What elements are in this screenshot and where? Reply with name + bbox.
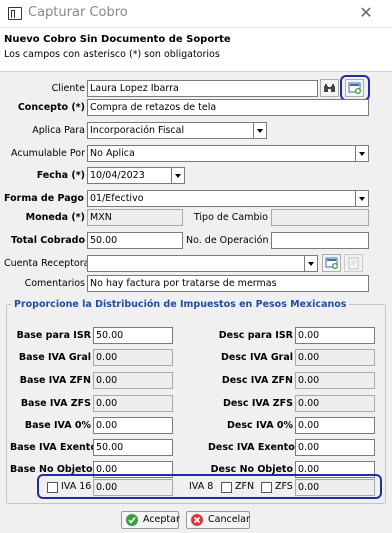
cliente-search-button[interactable]	[320, 79, 339, 97]
accept-button[interactable]: Aceptar	[121, 511, 180, 529]
accept-label: Aceptar	[143, 514, 180, 525]
total-cobrado-label: Total Cobrado	[11, 235, 85, 246]
aplica-para-select[interactable]: Incorporación Fiscal	[87, 122, 267, 139]
iva16-field: 0.00	[93, 479, 173, 496]
tax-group-title: Proporcione la Distribución de Impuestos…	[11, 298, 350, 311]
fecha-label: Fecha (*)	[36, 170, 85, 181]
form-title: Nuevo Cobro Sin Documento de Soporte	[4, 34, 231, 45]
comentarios-field[interactable]: No hay factura por tratarse de mermas	[87, 275, 369, 292]
desc-iva-gral-label: Desc IVA Gral	[221, 352, 293, 363]
cuenta-receptora-select[interactable]	[87, 255, 318, 272]
new-client-button[interactable]	[345, 79, 364, 97]
chevron-down-icon	[304, 256, 317, 271]
desc-iva-exento-label: Desc IVA Exento	[208, 442, 295, 453]
base-iva-0-label: Base IVA 0%	[24, 420, 91, 431]
desc-iva-0-label: Desc IVA 0%	[227, 420, 293, 431]
acumulable-por-select[interactable]: No Aplica	[87, 145, 369, 162]
moneda-label: Moneda (*)	[25, 212, 85, 223]
tipo-cambio-field	[271, 209, 369, 226]
cliente-label: Cliente	[51, 83, 85, 94]
add-account-icon	[325, 257, 338, 269]
base-iva-zfn-label: Base IVA ZFN	[19, 375, 91, 386]
chevron-down-icon	[171, 168, 184, 183]
check-icon	[126, 514, 138, 526]
iva8-label: IVA 8	[189, 481, 214, 492]
desc-iva-zfn-label: Desc IVA ZFN	[221, 375, 293, 386]
cancel-label: Cancelar	[208, 514, 250, 525]
desc-iva-0-field[interactable]: 0.00	[295, 417, 375, 434]
edit-document-icon	[348, 257, 359, 270]
desc-isr-label: Desc para ISR	[218, 330, 293, 341]
base-iva-zfs-label: Base IVA ZFS	[20, 398, 91, 409]
base-iva-gral-field: 0.00	[93, 349, 173, 366]
no-operacion-label: No. de Operación	[186, 235, 269, 246]
base-isr-label: Base para ISR	[16, 330, 91, 341]
base-iva-zfn-field: 0.00	[93, 372, 173, 389]
forma-pago-value: 01/Efectivo	[90, 193, 144, 204]
chevron-down-icon	[355, 191, 368, 206]
iva16-label: IVA 16	[61, 481, 92, 492]
desc-iva-gral-field: 0.00	[295, 349, 375, 366]
base-iva-exento-label: Base IVA Exento	[10, 442, 97, 453]
window-title: Capturar Cobro	[28, 5, 128, 20]
zfs-label: ZFS	[275, 481, 293, 492]
aplica-para-value: Incorporación Fiscal	[90, 125, 185, 136]
desc-iva-zfs-field: 0.00	[295, 395, 375, 412]
base-iva-zfs-field: 0.00	[93, 395, 173, 412]
base-iva-gral-label: Base IVA Gral	[18, 352, 91, 363]
iva16-checkbox[interactable]	[47, 482, 58, 493]
desc-iva-zfn-field: 0.00	[295, 372, 375, 389]
forma-pago-label: Forma de Pago (*)	[4, 193, 101, 204]
cuenta-receptora-label: Cuenta Receptora	[4, 258, 90, 269]
iva8-field: 0.00	[295, 479, 375, 496]
zfn-checkbox[interactable]	[221, 482, 232, 493]
concepto-label: Concepto (*)	[17, 102, 85, 113]
desc-iva-exento-field[interactable]: 0.00	[295, 439, 375, 456]
base-iva-exento-field[interactable]: 50.00	[93, 439, 173, 456]
cancel-button[interactable]: Cancelar	[186, 511, 250, 529]
concepto-field[interactable]: Compra de retazos de tela	[87, 99, 369, 116]
close-icon[interactable]: ✕	[355, 3, 377, 23]
total-cobrado-field[interactable]: 50.00	[87, 232, 183, 249]
chevron-down-icon	[253, 123, 266, 138]
title-bar: Capturar Cobro ✕	[0, 0, 392, 28]
forma-pago-select[interactable]: 01/Efectivo	[87, 190, 369, 207]
desc-iva-zfs-label: Desc IVA ZFS	[222, 398, 293, 409]
desc-isr-field[interactable]: 0.00	[295, 327, 375, 344]
window-icon	[8, 7, 22, 20]
comentarios-label: Comentarios	[24, 278, 85, 289]
acumulable-por-value: No Aplica	[90, 148, 135, 159]
chevron-down-icon	[355, 146, 368, 161]
base-isr-field[interactable]: 50.00	[93, 327, 173, 344]
acumulable-por-label: Acumulable Por	[11, 148, 85, 159]
new-account-button[interactable]	[322, 254, 341, 272]
form-header: Nuevo Cobro Sin Documento de Soporte Los…	[0, 28, 392, 72]
cancel-icon	[191, 514, 203, 526]
no-operacion-field[interactable]	[271, 232, 369, 249]
add-card-icon	[348, 82, 361, 94]
fecha-picker[interactable]: 10/04/2023	[87, 167, 185, 184]
tipo-cambio-label: Tipo de Cambio	[193, 212, 268, 223]
form-subtitle: Los campos con asterisco (*) son obligat…	[4, 49, 220, 60]
zfn-label: ZFN	[235, 481, 255, 492]
aplica-para-label: Aplica Para	[32, 125, 85, 136]
edit-account-button[interactable]	[344, 254, 363, 272]
binoculars-icon	[324, 84, 335, 92]
cliente-field[interactable]: Laura Lopez Ibarra	[87, 80, 318, 97]
moneda-field: MXN	[87, 209, 183, 226]
zfs-checkbox[interactable]	[261, 482, 272, 493]
base-iva-0-field[interactable]: 0.00	[93, 417, 173, 434]
fecha-value: 10/04/2023	[90, 170, 145, 181]
